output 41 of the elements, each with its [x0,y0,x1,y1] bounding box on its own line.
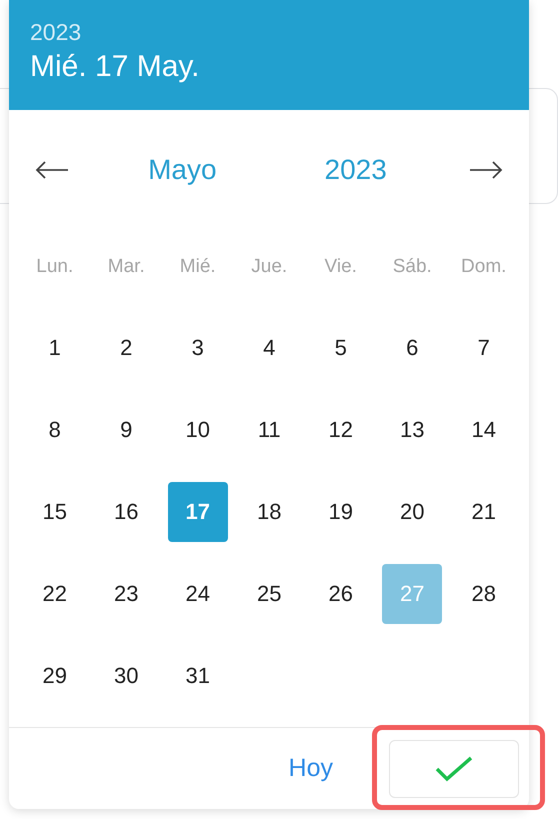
next-month-icon[interactable] [468,160,503,180]
calendar-day[interactable]: 22 [24,564,85,624]
previous-month-icon[interactable] [35,160,70,180]
calendar-day[interactable]: 13 [382,400,442,460]
weekday-label: Jue. [251,256,288,278]
calendar-day[interactable]: 11 [239,400,300,460]
weekday-label: Mar. [108,256,145,278]
header-date: Mié. 17 May. [30,49,200,85]
calendar-day[interactable]: 21 [454,482,514,542]
weekday-label: Mié. [180,256,216,278]
calendar-day[interactable]: 20 [382,482,442,542]
calendar-day[interactable]: 23 [96,564,156,624]
calendar-day[interactable]: 19 [310,482,371,542]
calendar-day[interactable]: 2 [96,318,156,378]
weekday-label: Dom. [461,256,506,278]
today-button[interactable]: Hoy [288,754,333,783]
calendar-day[interactable]: 7 [454,318,514,378]
calendar-day[interactable]: 12 [310,400,371,460]
calendar-day[interactable]: 1 [24,318,85,378]
calendar-day[interactable]: 26 [310,564,371,624]
calendar-day[interactable]: 4 [239,318,300,378]
calendar-day[interactable]: 10 [168,400,228,460]
calendar-day[interactable]: 3 [168,318,228,378]
weekday-label: Lun. [36,256,74,278]
calendar-day[interactable]: 31 [168,646,228,706]
calendar-day[interactable]: 15 [24,482,85,542]
calendar-day[interactable]: 30 [96,646,156,706]
calendar-day[interactable]: 25 [239,564,300,624]
calendar-day[interactable]: 16 [96,482,156,542]
calendar-day[interactable]: 8 [24,400,85,460]
checkmark-icon [434,754,474,782]
calendar-day[interactable]: 14 [454,400,514,460]
calendar-day[interactable]: 18 [239,482,300,542]
calendar-day[interactable]: 29 [24,646,85,706]
calendar-day[interactable]: 24 [168,564,228,624]
calendar-day[interactable]: 9 [96,400,156,460]
calendar-day[interactable]: 5 [310,318,371,378]
calendar-day[interactable]: 6 [382,318,442,378]
weekday-label: Vie. [324,256,357,278]
calendar-day[interactable]: 28 [454,564,514,624]
weekday-label: Sáb. [392,256,432,278]
